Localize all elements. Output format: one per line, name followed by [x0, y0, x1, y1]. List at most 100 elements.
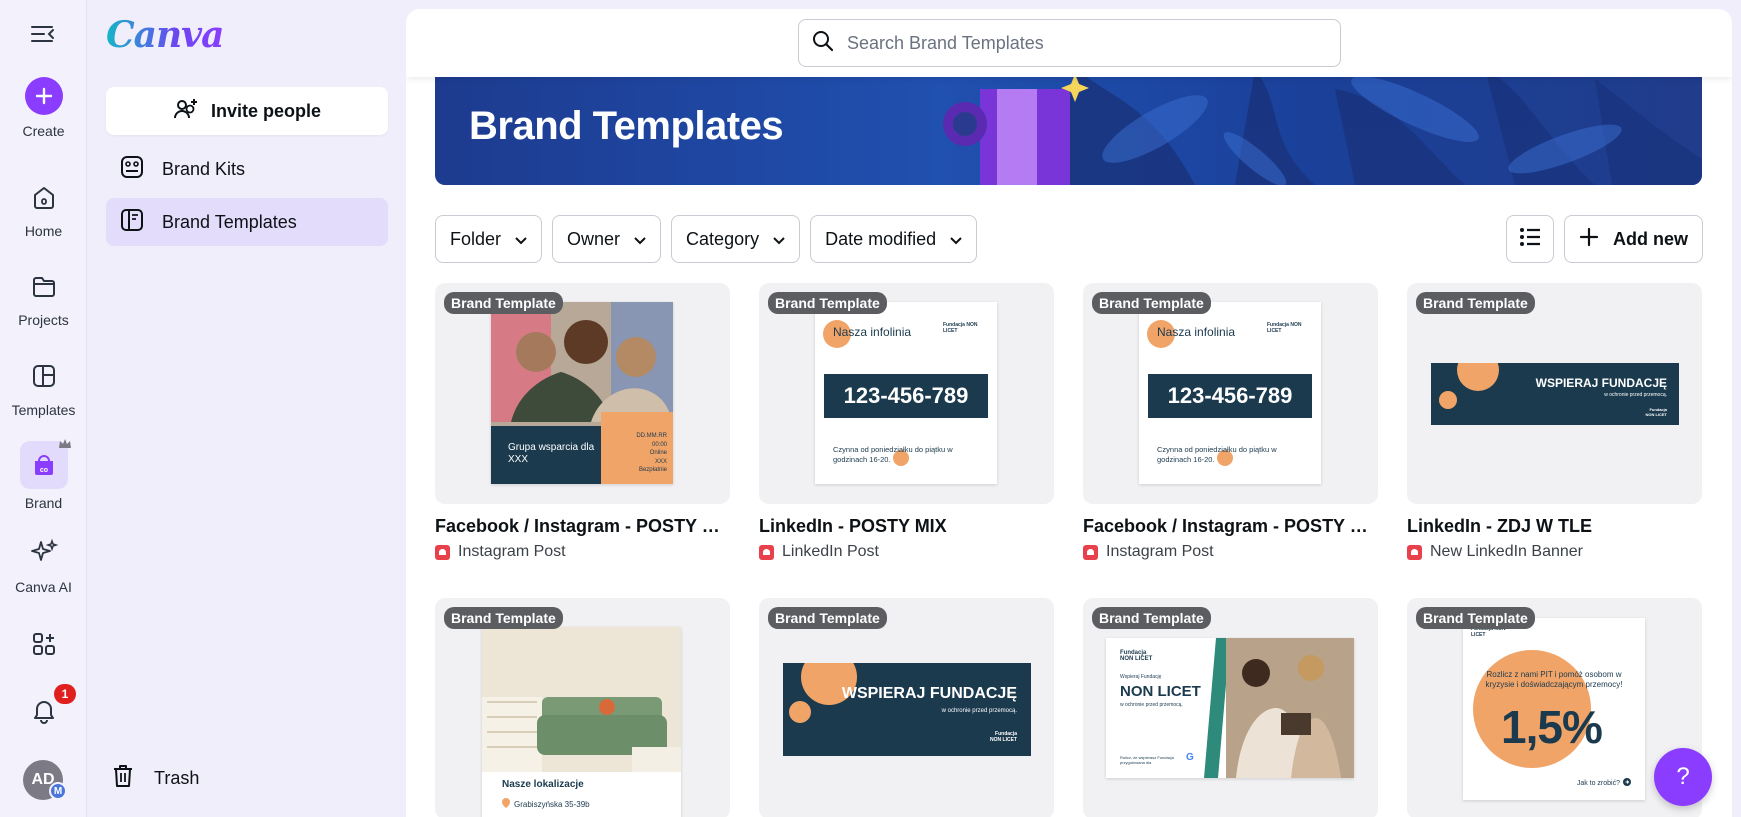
nav-brand-kits[interactable]: Brand Kits: [106, 145, 388, 193]
rail-create[interactable]: Create: [0, 77, 87, 139]
search-input[interactable]: [847, 32, 1317, 54]
rail-brand[interactable]: co Brand: [0, 439, 87, 511]
template-card[interactable]: Brand Template WSPIERAJ FUNDACJĘ w ochro…: [1407, 283, 1702, 561]
thumb-number: 123-456-789: [824, 374, 988, 418]
nav-label: Brand Kits: [162, 158, 246, 179]
filter-label: Category: [686, 228, 760, 249]
templates-icon: [24, 356, 64, 396]
card-title[interactable]: Facebook / Instagram - POSTY MIX: [1083, 516, 1378, 537]
thumb-number: 123-456-789: [1148, 374, 1312, 418]
collapse-sidebar-icon[interactable]: [29, 22, 57, 46]
thumb-headline: NON LICET: [1120, 683, 1201, 700]
brand-template-tag: Brand Template: [768, 292, 887, 314]
sparkle-icon: [24, 533, 64, 573]
add-new-button[interactable]: Add new: [1564, 215, 1703, 263]
rail-label: Canva AI: [15, 579, 72, 595]
top-bar: [406, 9, 1732, 77]
thumb-foot: Rolicz, że wspierasz Fundacja przygotowa…: [1120, 755, 1174, 765]
thumb-logo: Fundacja NON LICET: [1645, 407, 1667, 417]
heart-icon: [435, 544, 450, 560]
template-thumbnail[interactable]: Brand Template Fundacja NON LICET Wspier…: [1083, 598, 1378, 817]
heart-icon: [1407, 544, 1422, 560]
template-thumbnail[interactable]: Brand Template Grupa wsparcia dla XXX DD…: [435, 283, 730, 504]
template-card[interactable]: Brand Template WSPIERAJ FUNDACJĘ w ochro…: [759, 598, 1054, 817]
card-title[interactable]: LinkedIn - ZDJ W TLE: [1407, 516, 1702, 537]
left-rail: Create Home Projects Templates co Brand …: [0, 0, 87, 817]
brand-templates-icon: [120, 208, 144, 237]
filter-owner[interactable]: Owner: [552, 215, 662, 263]
team-avatar-badge: M: [49, 782, 67, 800]
thumbnail-image: Nasza infolinia Fundacja NON LICET 123-4…: [815, 302, 997, 484]
template-card[interactable]: Brand Template Nasza infolinia Fundacja …: [1083, 283, 1378, 561]
page-title: Brand Templates: [469, 104, 784, 148]
plus-icon: [1579, 227, 1599, 252]
arrow-circle-icon: [1623, 778, 1631, 788]
list-view-icon: [1519, 227, 1541, 252]
brand-template-tag: Brand Template: [768, 607, 887, 629]
heart-icon: [759, 544, 774, 560]
rail-projects[interactable]: Projects: [0, 266, 87, 328]
thumbnail-image: Nasze lokalizacje Grabiszyńska 35-39b: [482, 627, 681, 817]
template-thumbnail[interactable]: Brand Template Nasza infolinia Fundacja …: [1083, 283, 1378, 504]
template-thumbnail[interactable]: Brand Template WSPIERAJ FUNDACJĘ w ochro…: [1407, 283, 1702, 504]
crown-icon: [58, 437, 72, 453]
thumb-logo: Fundacja NON LICET: [943, 322, 978, 334]
hero-banner: Brand Templates: [435, 69, 1702, 185]
thumb-headline: WSPIERAJ FUNDACJĘ: [1535, 376, 1667, 390]
template-thumbnail[interactable]: Brand Template Nasza infolinia Fundacja …: [759, 283, 1054, 504]
list-view-button[interactable]: [1506, 215, 1554, 263]
filter-label: Date modified: [825, 228, 937, 249]
card-type: LinkedIn Post: [759, 543, 1054, 561]
trash-link[interactable]: Trash: [112, 764, 199, 793]
card-title[interactable]: LinkedIn - POSTY MIX: [759, 516, 1054, 537]
nav-brand-templates[interactable]: Brand Templates: [106, 198, 388, 246]
template-thumbnail[interactable]: Brand Template Nasze lokalizacje Grabisz…: [435, 598, 730, 817]
rail-home[interactable]: Home: [0, 177, 87, 239]
search-box[interactable]: [798, 19, 1341, 67]
thumb-footer: Czynna od poniedziałku do piątku w godzi…: [1157, 445, 1277, 464]
thumbnail-image: Fundacja NON LICET Rozlicz z nami PIT i …: [1463, 618, 1645, 800]
template-card[interactable]: Brand Template Nasze lokalizacje Grabisz…: [435, 598, 730, 817]
thumb-big-number: 1,5%: [1501, 701, 1603, 753]
search-icon: [811, 29, 835, 58]
template-card[interactable]: Brand Template Fundacja NON LICET Wspier…: [1083, 598, 1378, 817]
brand-template-tag: Brand Template: [1416, 607, 1535, 629]
thumbnail-image: WSPIERAJ FUNDACJĘ w ochronie przed przem…: [1431, 363, 1679, 425]
brand-template-tag: Brand Template: [1092, 607, 1211, 629]
rail-label: Home: [24, 223, 63, 239]
brand-template-tag: Brand Template: [1416, 292, 1535, 314]
apps-icon: [24, 624, 64, 664]
filter-date-modified[interactable]: Date modified: [810, 215, 978, 263]
rail-templates[interactable]: Templates: [0, 356, 87, 418]
template-thumbnail[interactable]: Brand Template WSPIERAJ FUNDACJĘ w ochro…: [759, 598, 1054, 817]
thumbnail-image: Grupa wsparcia dla XXX DD.MM.RR 00:00 Onli…: [491, 302, 673, 484]
template-card[interactable]: Brand Template Nasza infolinia Fundacja …: [759, 283, 1054, 561]
thumb-logo: Fundacja NON LICET: [1120, 650, 1153, 662]
canva-logo[interactable]: Canva: [106, 14, 224, 56]
card-title[interactable]: Facebook / Instagram - POSTY W...: [435, 516, 730, 537]
thumb-sub: w ochronie przed przemocą.: [1120, 702, 1183, 708]
rail-apps[interactable]: [0, 624, 87, 670]
rail-label: Projects: [18, 312, 69, 328]
thumb-body: Rozlicz z nami PIT i pomóż osobom w kryz…: [1485, 670, 1623, 689]
thumb-address: Grabiszyńska 35-39b: [502, 798, 590, 810]
template-card[interactable]: Brand Template Grupa wsparcia dla XXX DD…: [435, 283, 730, 561]
chevron-down-icon: [634, 229, 646, 250]
card-type: Instagram Post: [435, 543, 730, 561]
thumb-heading: Nasza infolinia: [833, 325, 912, 339]
help-button[interactable]: ?: [1654, 748, 1712, 806]
rail-canva-ai[interactable]: Canva AI: [0, 533, 87, 595]
thumb-sub: w ochronie przed przemocą.: [1604, 392, 1667, 398]
filter-category[interactable]: Category: [671, 215, 801, 263]
thumb-logo: Fundacja NON LICET: [1267, 322, 1302, 334]
thumb-heading: Nasza infolinia: [1157, 325, 1236, 339]
brand-template-tag: Brand Template: [444, 292, 563, 314]
invite-people-button[interactable]: Invite people: [106, 87, 388, 135]
card-type: Instagram Post: [1083, 543, 1378, 561]
filter-folder[interactable]: Folder: [435, 215, 543, 263]
thumb-side-text: DD.MM.RR 00:00 Online XXX Bezpłatnie: [636, 433, 667, 473]
heart-icon: [1083, 544, 1098, 560]
card-type-label: LinkedIn Post: [782, 543, 879, 560]
filter-bar: Folder Owner Category Date modified: [435, 215, 978, 263]
brand-template-tag: Brand Template: [1092, 292, 1211, 314]
